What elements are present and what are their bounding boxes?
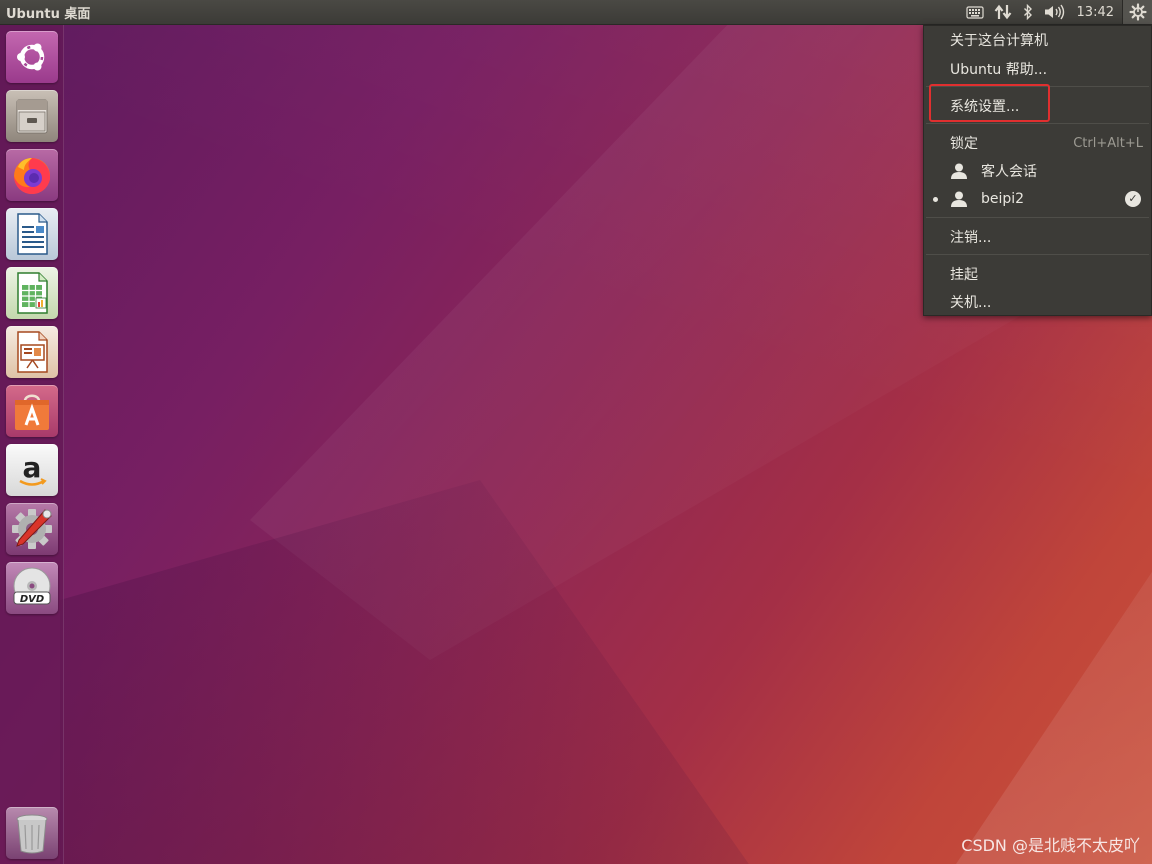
menu-item-shutdown[interactable]: 关机... <box>924 288 1151 316</box>
calc-spreadsheet-icon <box>17 272 48 314</box>
launcher-item-trash[interactable] <box>6 807 58 859</box>
launcher-item-system-settings[interactable] <box>6 503 58 555</box>
launcher-item-dvd[interactable]: DVD <box>6 562 58 614</box>
launcher-item-libreoffice-calc[interactable] <box>6 267 58 319</box>
menu-item-help[interactable]: Ubuntu 帮助... <box>924 55 1151 83</box>
menu-item-label: Ubuntu 帮助... <box>950 62 1048 78</box>
menu-item-suspend[interactable]: 挂起 <box>924 260 1151 288</box>
session-menu: 关于这台计算机 Ubuntu 帮助... 系统设置... 锁定 Ctrl+Alt… <box>923 25 1152 316</box>
wallpaper-facet <box>952 560 1152 864</box>
menu-separator <box>926 254 1149 255</box>
menu-item-label: 锁定 <box>950 136 978 152</box>
watermark: CSDN @是北贱不太皮吖 <box>961 836 1140 855</box>
session-gear-icon[interactable] <box>1122 0 1152 24</box>
menu-item-about[interactable]: 关于这台计算机 <box>924 26 1151 54</box>
user-icon <box>951 191 967 207</box>
menu-item-lock[interactable]: 锁定 Ctrl+Alt+L <box>924 129 1151 157</box>
menu-separator <box>926 123 1149 124</box>
menu-separator <box>926 217 1149 218</box>
launcher-item-ubuntu-dash[interactable] <box>6 31 58 83</box>
volume-icon[interactable] <box>1039 0 1071 24</box>
launcher: a DVD <box>0 25 64 864</box>
launcher-item-ubuntu-software[interactable] <box>6 385 58 437</box>
svg-text:DVD: DVD <box>20 594 44 605</box>
menu-item-guest-session[interactable]: 客人会话 <box>924 157 1151 185</box>
file-cabinet-icon <box>16 99 48 134</box>
menu-item-label: 系统设置... <box>950 99 1020 115</box>
indicator-area: 13:42 <box>961 0 1152 24</box>
menu-item-logout[interactable]: 注销... <box>924 223 1151 251</box>
lock-shortcut: Ctrl+Alt+L <box>1073 135 1143 151</box>
clock[interactable]: 13:42 <box>1071 0 1122 24</box>
keyboard-icon[interactable] <box>961 0 989 24</box>
top-panel: Ubuntu 桌面 13:42 <box>0 0 1152 25</box>
user-icon <box>951 163 967 179</box>
dvd-icon: DVD <box>13 567 51 605</box>
svg-text:a: a <box>23 451 42 484</box>
launcher-item-firefox[interactable] <box>6 149 58 201</box>
impress-presentation-icon <box>17 331 48 373</box>
launcher-item-libreoffice-impress[interactable] <box>6 326 58 378</box>
menu-separator <box>926 86 1149 87</box>
launcher-item-libreoffice-writer[interactable] <box>6 208 58 260</box>
menu-item-label: 挂起 <box>950 267 978 283</box>
bluetooth-icon[interactable] <box>1017 0 1039 24</box>
settings-wrench-icon <box>12 509 52 549</box>
checkmark-icon: ✓ <box>1125 191 1141 207</box>
amazon-icon: a <box>19 451 47 486</box>
menu-item-label: 客人会话 <box>981 164 1037 180</box>
wallpaper-facet <box>60 480 760 864</box>
firefox-icon <box>14 158 51 194</box>
ubuntu-logo-icon <box>17 43 45 71</box>
menu-item-label: 关机... <box>950 295 992 311</box>
menu-item-system-settings[interactable]: 系统设置... <box>924 92 1151 120</box>
active-user-bullet <box>933 197 938 202</box>
menu-item-label: beipi2 <box>981 191 1025 207</box>
window-title: Ubuntu 桌面 <box>6 6 91 22</box>
menu-item-label: 关于这台计算机 <box>950 33 1048 49</box>
writer-document-icon <box>17 213 48 255</box>
shopping-bag-icon <box>15 394 49 430</box>
network-icon[interactable] <box>989 0 1017 24</box>
launcher-item-amazon[interactable]: a <box>6 444 58 496</box>
launcher-item-files[interactable] <box>6 90 58 142</box>
menu-item-label: 注销... <box>950 230 992 246</box>
menu-item-user[interactable]: beipi2 ✓ <box>924 185 1151 213</box>
trash-icon <box>16 814 48 854</box>
